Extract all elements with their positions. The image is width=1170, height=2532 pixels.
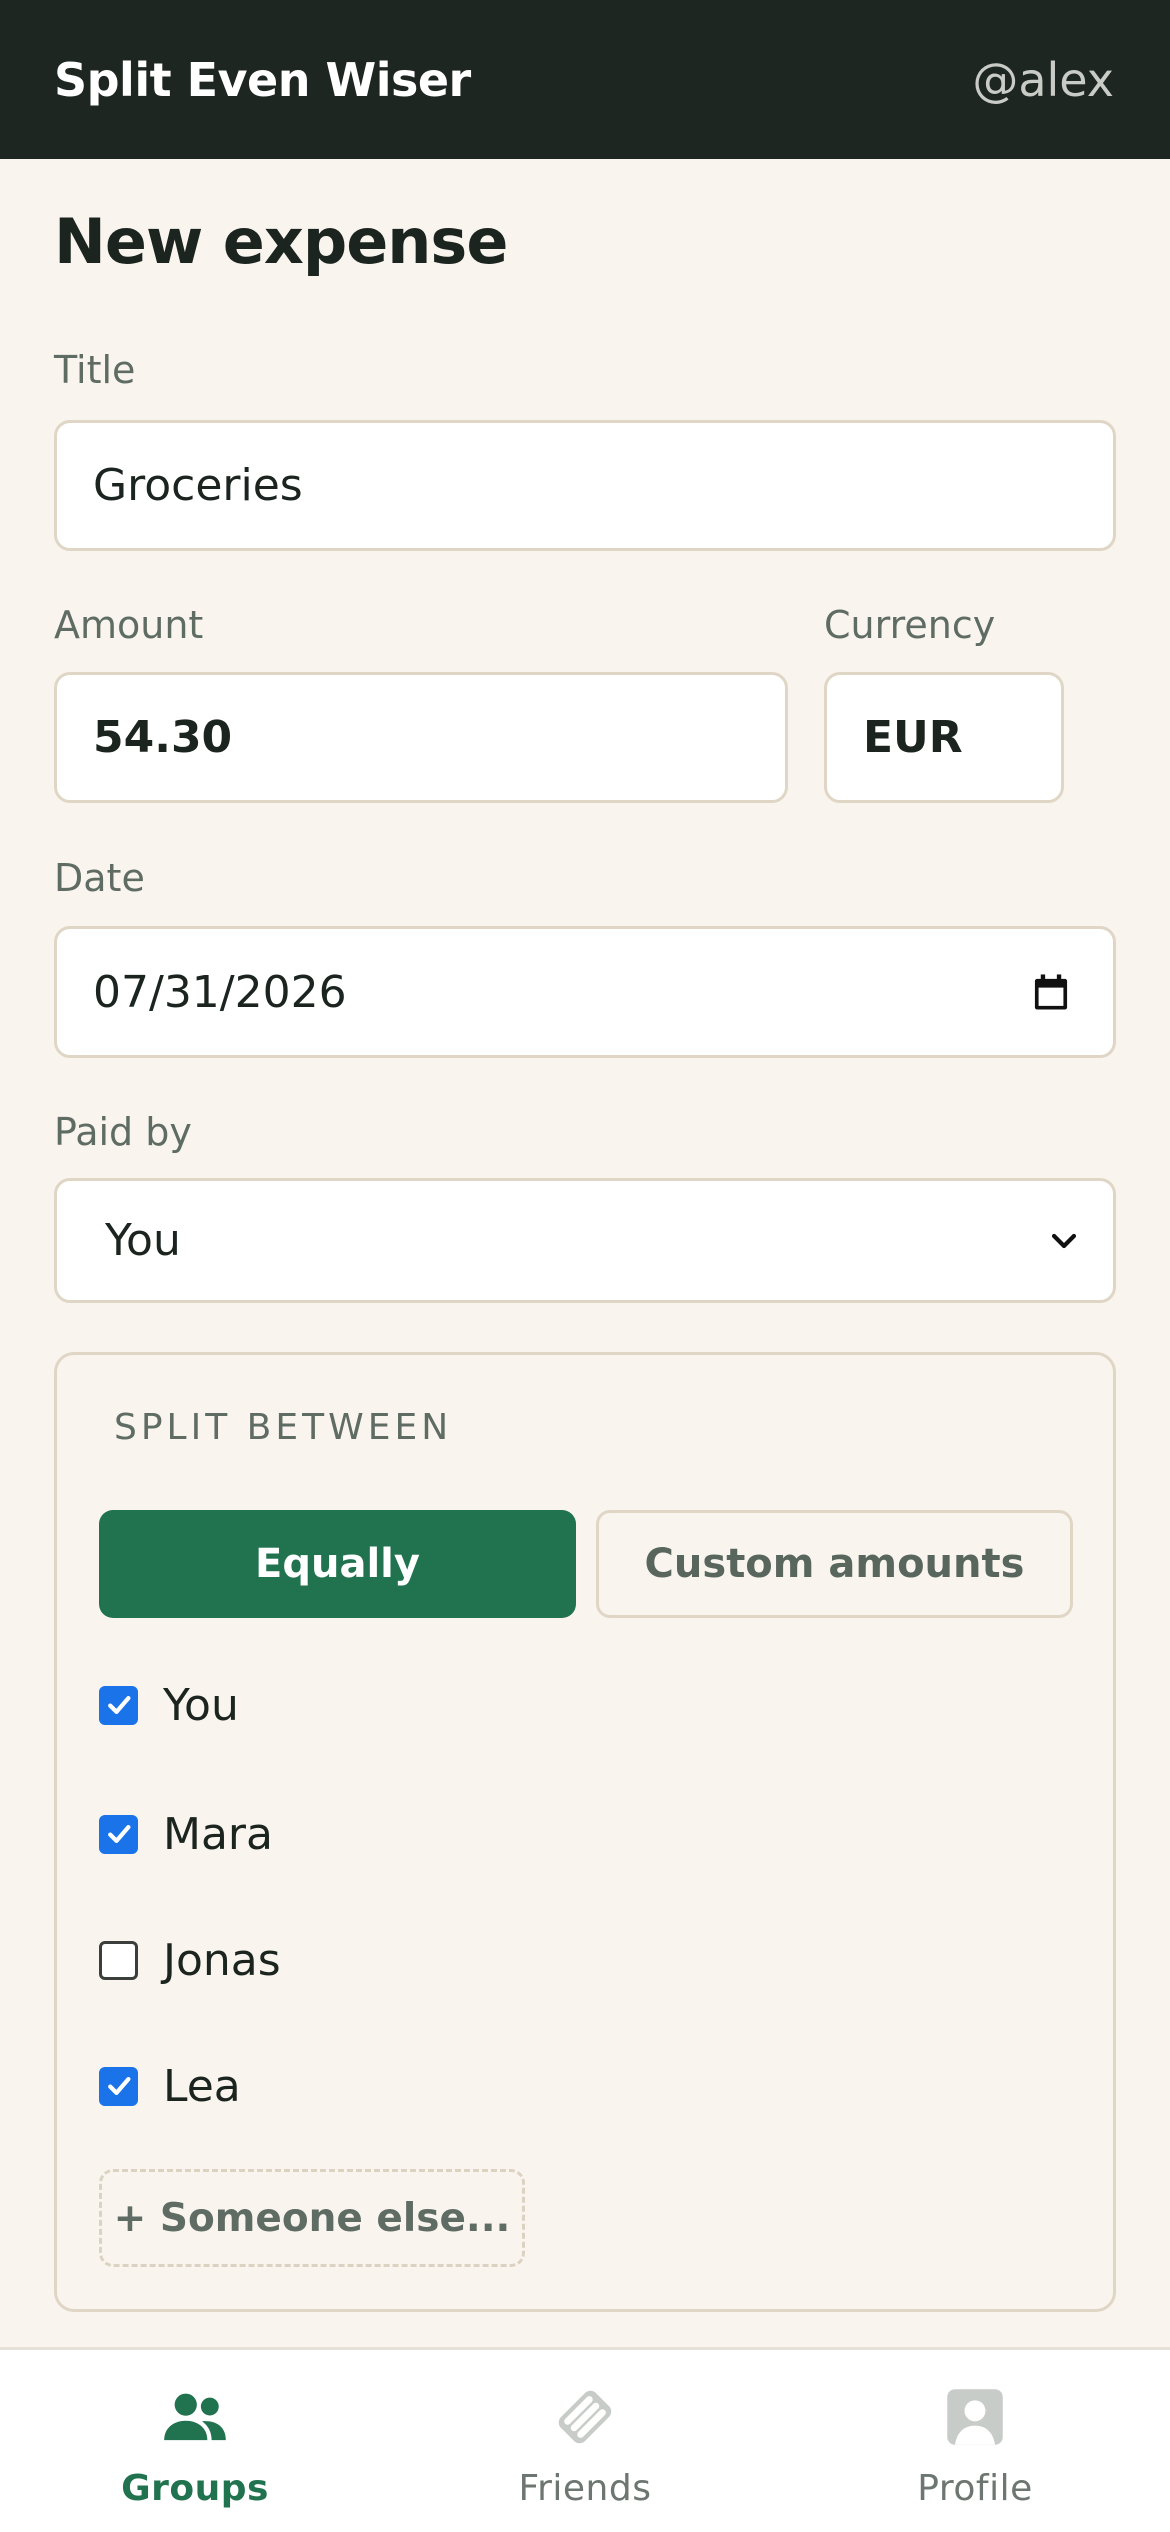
chevron-down-icon [1047,1224,1081,1258]
add-someone-else-button[interactable]: + Someone else... [99,2169,525,2267]
app-root: Split Even Wiser @alex New expense Title… [0,0,1170,2532]
date-input[interactable]: 07/31/2026 [54,926,1116,1058]
member-name: You [163,1679,239,1731]
member-checkbox[interactable] [99,1685,138,1725]
member-name: Jonas [163,1934,281,1986]
title-label: Title [54,348,136,392]
amount-label: Amount [54,603,204,647]
profile-icon [947,2389,1003,2445]
groups-icon [164,2393,226,2441]
nav-tab-friends[interactable]: Friends [390,2350,780,2532]
bottom-nav: Groups Friends Profile [0,2347,1170,2532]
member-row-mara[interactable]: Mara [99,1804,273,1864]
nav-tab-groups[interactable]: Groups [0,2350,390,2532]
member-row-lea[interactable]: Lea [99,2056,241,2116]
member-row-jonas[interactable]: Jonas [99,1930,281,1990]
user-handle[interactable]: @alex [972,53,1114,107]
member-checkbox[interactable] [99,1940,138,1980]
amount-input-value: 54.30 [93,712,233,763]
currency-input-value: EUR [863,712,963,763]
check-icon [107,1696,130,1714]
page-title: New expense [54,205,508,278]
paid-by-select[interactable]: You [54,1178,1116,1303]
member-name: Mara [163,1808,273,1860]
currency-input[interactable]: EUR [824,672,1064,803]
paid-by-label: Paid by [54,1110,192,1154]
title-input[interactable]: Groceries [54,420,1116,551]
split-between-panel: SPLIT BETWEEN Equally Custom amounts You… [54,1352,1116,2312]
split-custom-amounts-button[interactable]: Custom amounts [596,1510,1073,1618]
paid-by-select-value: You [105,1215,181,1266]
check-icon [107,1825,130,1843]
split-between-heading: SPLIT BETWEEN [114,1407,453,1448]
calendar-icon[interactable] [1033,973,1069,1011]
amount-input[interactable]: 54.30 [54,672,788,803]
member-checkbox[interactable] [99,2066,138,2106]
handshake-icon [558,2390,612,2444]
nav-tab-profile[interactable]: Profile [780,2350,1170,2532]
date-label: Date [54,856,145,900]
member-row-you[interactable]: You [99,1675,239,1735]
currency-label: Currency [824,603,996,647]
date-input-value: 07/31/2026 [93,966,347,1018]
nav-label-profile: Profile [917,2468,1033,2509]
title-input-value: Groceries [93,460,303,511]
check-icon [107,2077,130,2095]
member-name: Lea [163,2060,241,2112]
top-bar: Split Even Wiser @alex [0,0,1170,159]
app-title[interactable]: Split Even Wiser [54,53,471,107]
member-checkbox[interactable] [99,1814,138,1854]
split-equally-button[interactable]: Equally [99,1510,576,1618]
nav-label-groups: Groups [121,2468,269,2509]
nav-label-friends: Friends [518,2468,652,2509]
